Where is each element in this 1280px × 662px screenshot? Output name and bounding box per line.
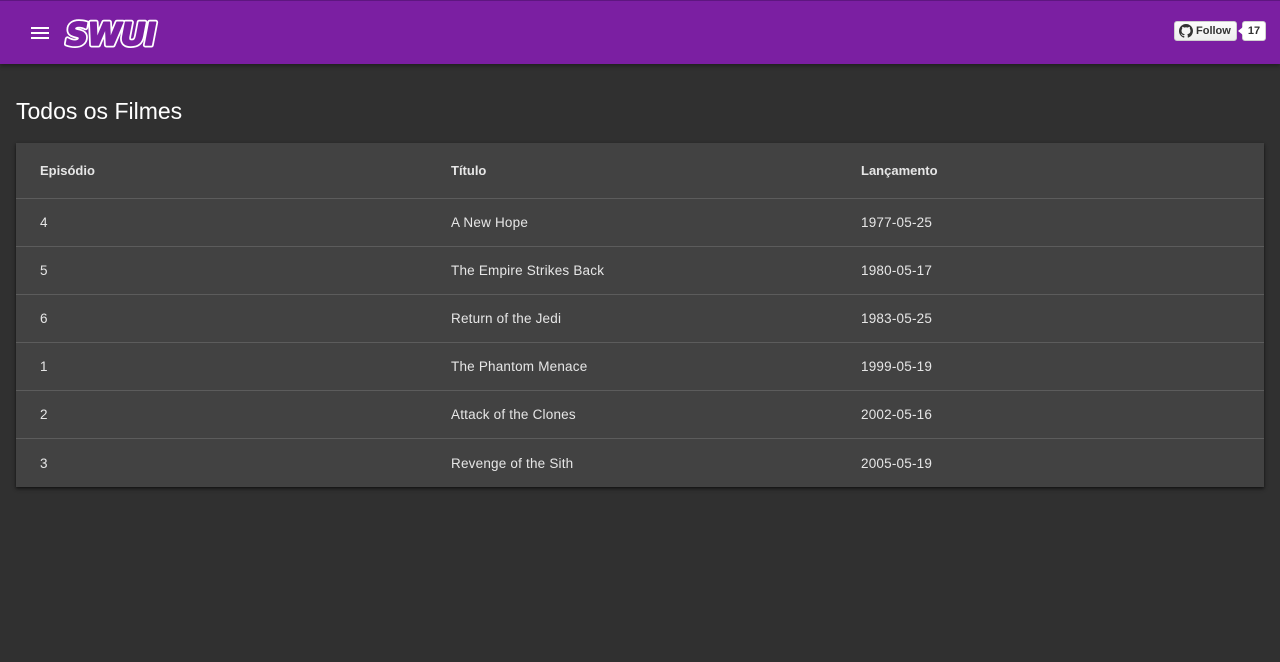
swui-logo[interactable]: SWUI SWUI bbox=[64, 15, 166, 51]
cell-release: 2005-05-19 bbox=[861, 455, 933, 471]
cell-episode: 2 bbox=[16, 390, 427, 439]
github-follow-button[interactable]: Follow bbox=[1174, 21, 1237, 41]
table-row[interactable]: 1 The Phantom Menace 1999-05-19 bbox=[16, 342, 1264, 391]
table-row[interactable]: 3 Revenge of the Sith 2005-05-19 bbox=[16, 439, 1264, 488]
column-header-release[interactable]: Lançamento bbox=[837, 143, 1264, 199]
page-title: Todos os Filmes bbox=[16, 98, 183, 124]
cell-title: Return of the Jedi bbox=[427, 294, 837, 343]
cell-title: Revenge of the Sith bbox=[451, 455, 574, 471]
cell-title: The Phantom Menace bbox=[427, 342, 837, 391]
cell-release: 2002-05-16 bbox=[837, 390, 1264, 439]
cell-title: Attack of the Clones bbox=[427, 390, 837, 439]
cell-episode: 6 bbox=[16, 294, 427, 343]
table-row[interactable]: 5 The Empire Strikes Back 1980-05-17 bbox=[16, 246, 1264, 295]
table-row[interactable]: 4 A New Hope 1977-05-25 bbox=[16, 198, 1264, 247]
hamburger-menu-icon bbox=[31, 27, 49, 29]
cell-release: 1980-05-17 bbox=[837, 246, 1264, 295]
column-header-title[interactable]: Título bbox=[427, 143, 837, 199]
column-header-episode[interactable]: Episódio bbox=[16, 143, 427, 199]
table-header-row: Episódio Título Lançamento bbox=[16, 143, 1264, 199]
github-icon bbox=[1179, 24, 1193, 38]
github-follow-widget: Follow 17 bbox=[1174, 21, 1267, 41]
films-table: Episódio Título Lançamento 4 A New Hope … bbox=[16, 143, 1264, 487]
cell-episode: 3 bbox=[40, 455, 48, 471]
hamburger-menu-icon-bar bbox=[31, 32, 49, 34]
table-row[interactable]: 6 Return of the Jedi 1983-05-25 bbox=[16, 294, 1264, 343]
cell-title: The Empire Strikes Back bbox=[427, 246, 837, 295]
menu-button[interactable] bbox=[24, 17, 56, 49]
cell-episode: 4 bbox=[16, 198, 427, 247]
github-follow-count[interactable]: 17 bbox=[1237, 21, 1267, 41]
table-row[interactable]: 2 Attack of the Clones 2002-05-16 bbox=[16, 390, 1264, 439]
github-follow-label: Follow bbox=[1196, 25, 1231, 37]
cell-title: A New Hope bbox=[427, 198, 837, 247]
hamburger-menu-icon-bar bbox=[31, 37, 49, 39]
app-bar: SWUI SWUI Follow 17 bbox=[0, 0, 1280, 64]
cell-episode: 1 bbox=[16, 342, 427, 391]
cell-release: 1999-05-19 bbox=[837, 342, 1264, 391]
cell-episode: 5 bbox=[16, 246, 427, 295]
cell-release: 1977-05-25 bbox=[837, 198, 1264, 247]
films-table-card: Episódio Título Lançamento 4 A New Hope … bbox=[16, 143, 1264, 487]
logo-text-inner: SWUI bbox=[66, 17, 156, 51]
cell-release: 1983-05-25 bbox=[837, 294, 1264, 343]
